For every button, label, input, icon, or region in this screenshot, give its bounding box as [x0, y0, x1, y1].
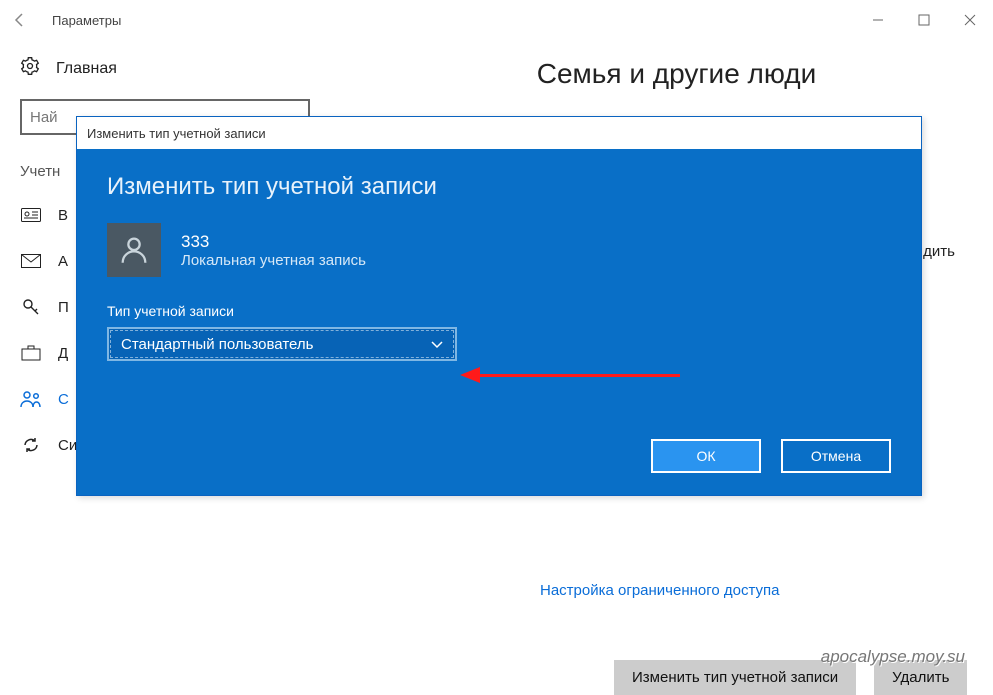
window-titlebar: Параметры	[0, 0, 993, 40]
dialog-user-row: 333 Локальная учетная запись	[107, 223, 891, 277]
dialog-body: Изменить тип учетной записи 333 Локальна…	[77, 149, 921, 495]
window-title: Параметры	[40, 13, 855, 28]
truncated-text: дить	[923, 243, 955, 260]
minimize-icon	[872, 14, 884, 26]
change-account-type-dialog: Изменить тип учетной записи Изменить тип…	[76, 116, 922, 496]
account-type-field-label: Тип учетной записи	[107, 303, 891, 319]
sidebar-home[interactable]: Главная	[20, 56, 360, 81]
restricted-access-link[interactable]: Настройка ограниченного доступа	[540, 582, 780, 599]
sidebar-item-label: В	[58, 207, 68, 224]
dropdown-value: Стандартный пользователь	[121, 336, 313, 353]
ok-button[interactable]: ОК	[651, 439, 761, 473]
close-button[interactable]	[947, 0, 993, 40]
page-title: Семья и другие люди	[390, 58, 963, 90]
maximize-button[interactable]	[901, 0, 947, 40]
sidebar-home-label: Главная	[56, 60, 117, 78]
back-button[interactable]	[0, 12, 40, 28]
arrow-left-icon	[12, 12, 28, 28]
dialog-caption: Изменить тип учетной записи	[77, 117, 921, 149]
dialog-heading: Изменить тип учетной записи	[107, 173, 891, 201]
cancel-button[interactable]: Отмена	[781, 439, 891, 473]
gear-icon	[20, 56, 40, 81]
sync-icon	[20, 435, 42, 455]
window-controls	[855, 0, 993, 40]
sidebar-item-label: Д	[58, 345, 68, 362]
avatar	[107, 223, 161, 277]
minimize-button[interactable]	[855, 0, 901, 40]
maximize-icon	[918, 14, 930, 26]
account-sublabel: Локальная учетная запись	[181, 252, 366, 269]
account-name: 333	[181, 232, 366, 252]
briefcase-icon	[20, 345, 42, 361]
close-icon	[964, 14, 976, 26]
mail-icon	[20, 254, 42, 268]
sidebar-item-label: П	[58, 299, 69, 316]
sidebar-item-label: А	[58, 253, 68, 270]
person-card-icon	[20, 208, 42, 222]
key-icon	[20, 297, 42, 317]
search-placeholder: Най	[30, 109, 58, 126]
person-icon	[117, 233, 151, 267]
people-icon	[20, 390, 42, 408]
watermark: apocalypse.moy.su	[821, 647, 965, 667]
sidebar-item-label: С	[58, 391, 69, 408]
account-type-dropdown[interactable]: Стандартный пользователь	[107, 327, 457, 361]
chevron-down-icon	[431, 336, 443, 353]
